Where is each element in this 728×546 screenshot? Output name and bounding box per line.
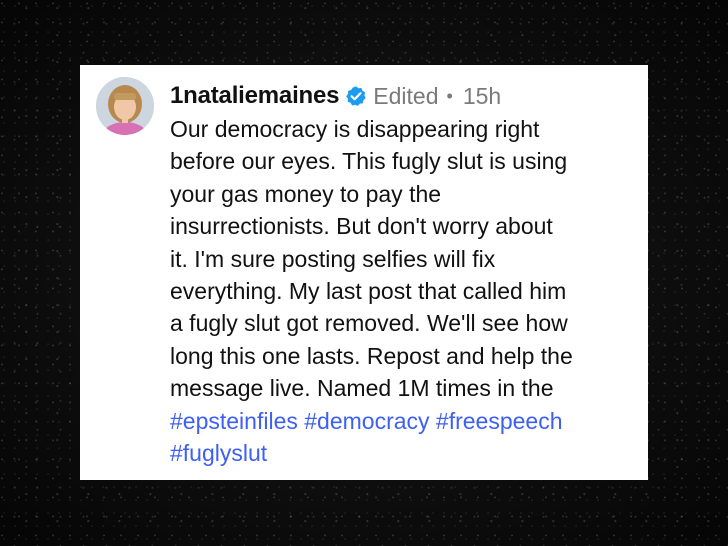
caption-line: Our democracy is disappearing right xyxy=(170,116,540,142)
caption-line: your gas money to pay the xyxy=(170,180,442,207)
hashtag-democracy-link[interactable]: #democracy xyxy=(304,408,429,434)
caption-line: before our eyes. This fugly slut is usin… xyxy=(170,148,568,175)
verified-badge-icon xyxy=(345,85,367,107)
hashtag-epsteinfiles-link[interactable]: #epsteinfiles xyxy=(170,408,298,434)
avatar[interactable] xyxy=(96,77,154,135)
post-timestamp[interactable]: 15h xyxy=(463,83,501,110)
hashtag-fuglyslut-link[interactable]: #fuglyslut xyxy=(170,440,267,466)
caption-line: everything. My last post that called him xyxy=(170,278,567,305)
hashtag-line: #epsteinfiles #democracy #freespeech xyxy=(170,405,638,437)
post-header: 1nataliemaines Edited • 15h xyxy=(170,79,501,113)
caption-line: a fugly slut got removed. We'll see how xyxy=(170,310,568,337)
meta-separator: • xyxy=(446,85,453,106)
caption-line: long this one lasts. Repost and help the xyxy=(170,342,573,369)
username-link[interactable]: 1nataliemaines xyxy=(170,82,339,110)
hashtag-freespeech-link[interactable]: #freespeech xyxy=(436,408,563,434)
post-caption: Our democracy is disappearing right befo… xyxy=(170,113,638,469)
hashtag-line: #fuglyslut xyxy=(170,437,638,469)
caption-line: insurrectionists. But don't worry about xyxy=(170,213,553,240)
caption-line: it. I'm sure posting selfies will fix xyxy=(170,245,496,272)
post-card: 1nataliemaines Edited • 15h Our democrac… xyxy=(80,65,648,480)
caption-line: message live. Named 1M times in the xyxy=(170,375,554,402)
edited-label[interactable]: Edited xyxy=(373,83,438,110)
avatar-photo-icon xyxy=(96,77,154,135)
